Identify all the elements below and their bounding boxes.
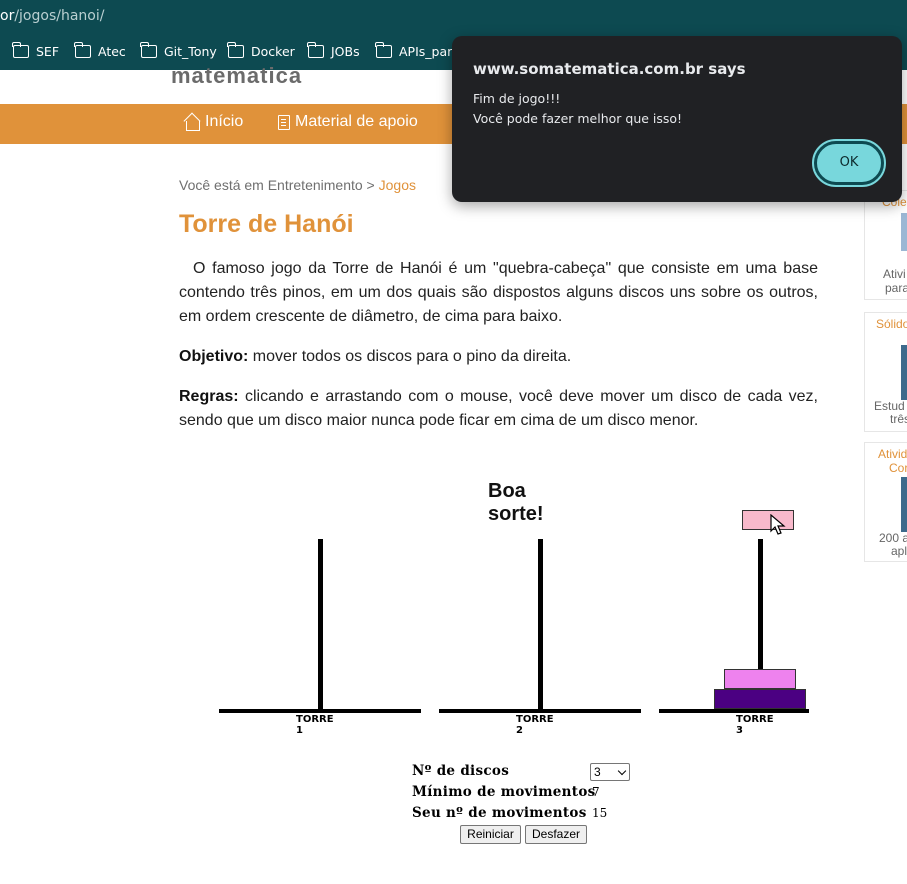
bookmark-folder-atec[interactable]: Atec	[74, 42, 126, 59]
dialog-message-line-2: Você pode fazer melhor que isso!	[473, 111, 683, 126]
tower-2-pole[interactable]	[538, 539, 543, 711]
intro-paragraph: O famoso jogo da Torre de Hanói é um "qu…	[179, 260, 818, 325]
min-moves-value: 7	[592, 785, 600, 799]
page-title: Torre de Hanói	[179, 210, 354, 238]
folder-icon	[140, 42, 157, 58]
bookmark-folder-apis[interactable]: APIs_para	[375, 42, 460, 59]
nav-item-inicio[interactable]: Início	[184, 113, 243, 131]
game-message: Boa sorte!	[488, 480, 544, 525]
sidebar-card-2[interactable]: Sólido Estud três	[864, 312, 907, 432]
num-discs-select[interactable]: 3	[590, 763, 630, 781]
breadcrumb: Você está em Entretenimento > Jogos	[179, 177, 416, 193]
site-logo[interactable]: matematica	[171, 63, 302, 89]
objective-paragraph: Objetivo: mover todos os discos para o p…	[179, 348, 572, 365]
your-moves-value: 15	[592, 806, 608, 820]
tower-2-label: TORRE 2	[516, 714, 554, 736]
folder-icon	[12, 42, 29, 58]
folder-icon	[307, 42, 324, 58]
book-icon	[278, 114, 290, 130]
tower-1-pole[interactable]	[318, 539, 323, 711]
folder-icon	[74, 42, 91, 58]
your-moves-label: Seu nº de movimentos	[412, 805, 587, 821]
bookmark-folder-docker[interactable]: Docker	[227, 42, 295, 59]
bookmark-folder-git-tony[interactable]: Git_Tony	[140, 42, 217, 59]
sidebar-card-1[interactable]: Cole Ativi para	[864, 190, 907, 300]
num-discs-label: Nº de discos	[412, 763, 510, 779]
restart-button[interactable]: Reiniciar	[460, 825, 521, 844]
mouse-cursor-icon	[770, 514, 786, 535]
min-moves-label: Mínimo de movimentos	[412, 784, 596, 800]
folder-icon	[227, 42, 244, 58]
undo-button[interactable]: Desfazer	[525, 825, 587, 844]
sidebar-card-3[interactable]: Ativid Cor 200 a apl	[864, 442, 907, 562]
sidebar-thumbnail	[901, 213, 907, 251]
tower-3-base	[659, 709, 809, 713]
nav-item-material-de-apoio[interactable]: Material de apoio	[278, 113, 418, 131]
rules-paragraph: Regras: clicando e arrastando com o mous…	[179, 388, 818, 429]
home-icon	[184, 114, 200, 131]
bookmark-folder-sef[interactable]: SEF	[12, 42, 59, 59]
tower-3-label: TORRE 3	[736, 714, 774, 736]
ok-button[interactable]: OK	[812, 139, 886, 187]
breadcrumb-link-jogos[interactable]: Jogos	[379, 177, 416, 193]
dialog-origin: www.somatematica.com.br says	[473, 60, 746, 78]
dialog-message-line-1: Fim de jogo!!!	[473, 91, 561, 106]
disc-large[interactable]	[714, 689, 806, 709]
address-bar[interactable]: or/jogos/hanoi/	[0, 0, 907, 35]
chevron-down-icon	[617, 766, 627, 776]
sidebar-thumbnail	[901, 477, 907, 532]
folder-icon	[375, 42, 392, 58]
url-text: or/jogos/hanoi/	[0, 8, 105, 24]
tower-1-label: TORRE 1	[296, 714, 334, 736]
disc-medium[interactable]	[724, 669, 796, 689]
alert-dialog: www.somatematica.com.br says Fim de jogo…	[452, 36, 902, 202]
disc-small[interactable]	[742, 510, 794, 530]
bookmark-folder-jobs[interactable]: JOBs	[307, 42, 360, 59]
sidebar-thumbnail	[901, 345, 907, 400]
